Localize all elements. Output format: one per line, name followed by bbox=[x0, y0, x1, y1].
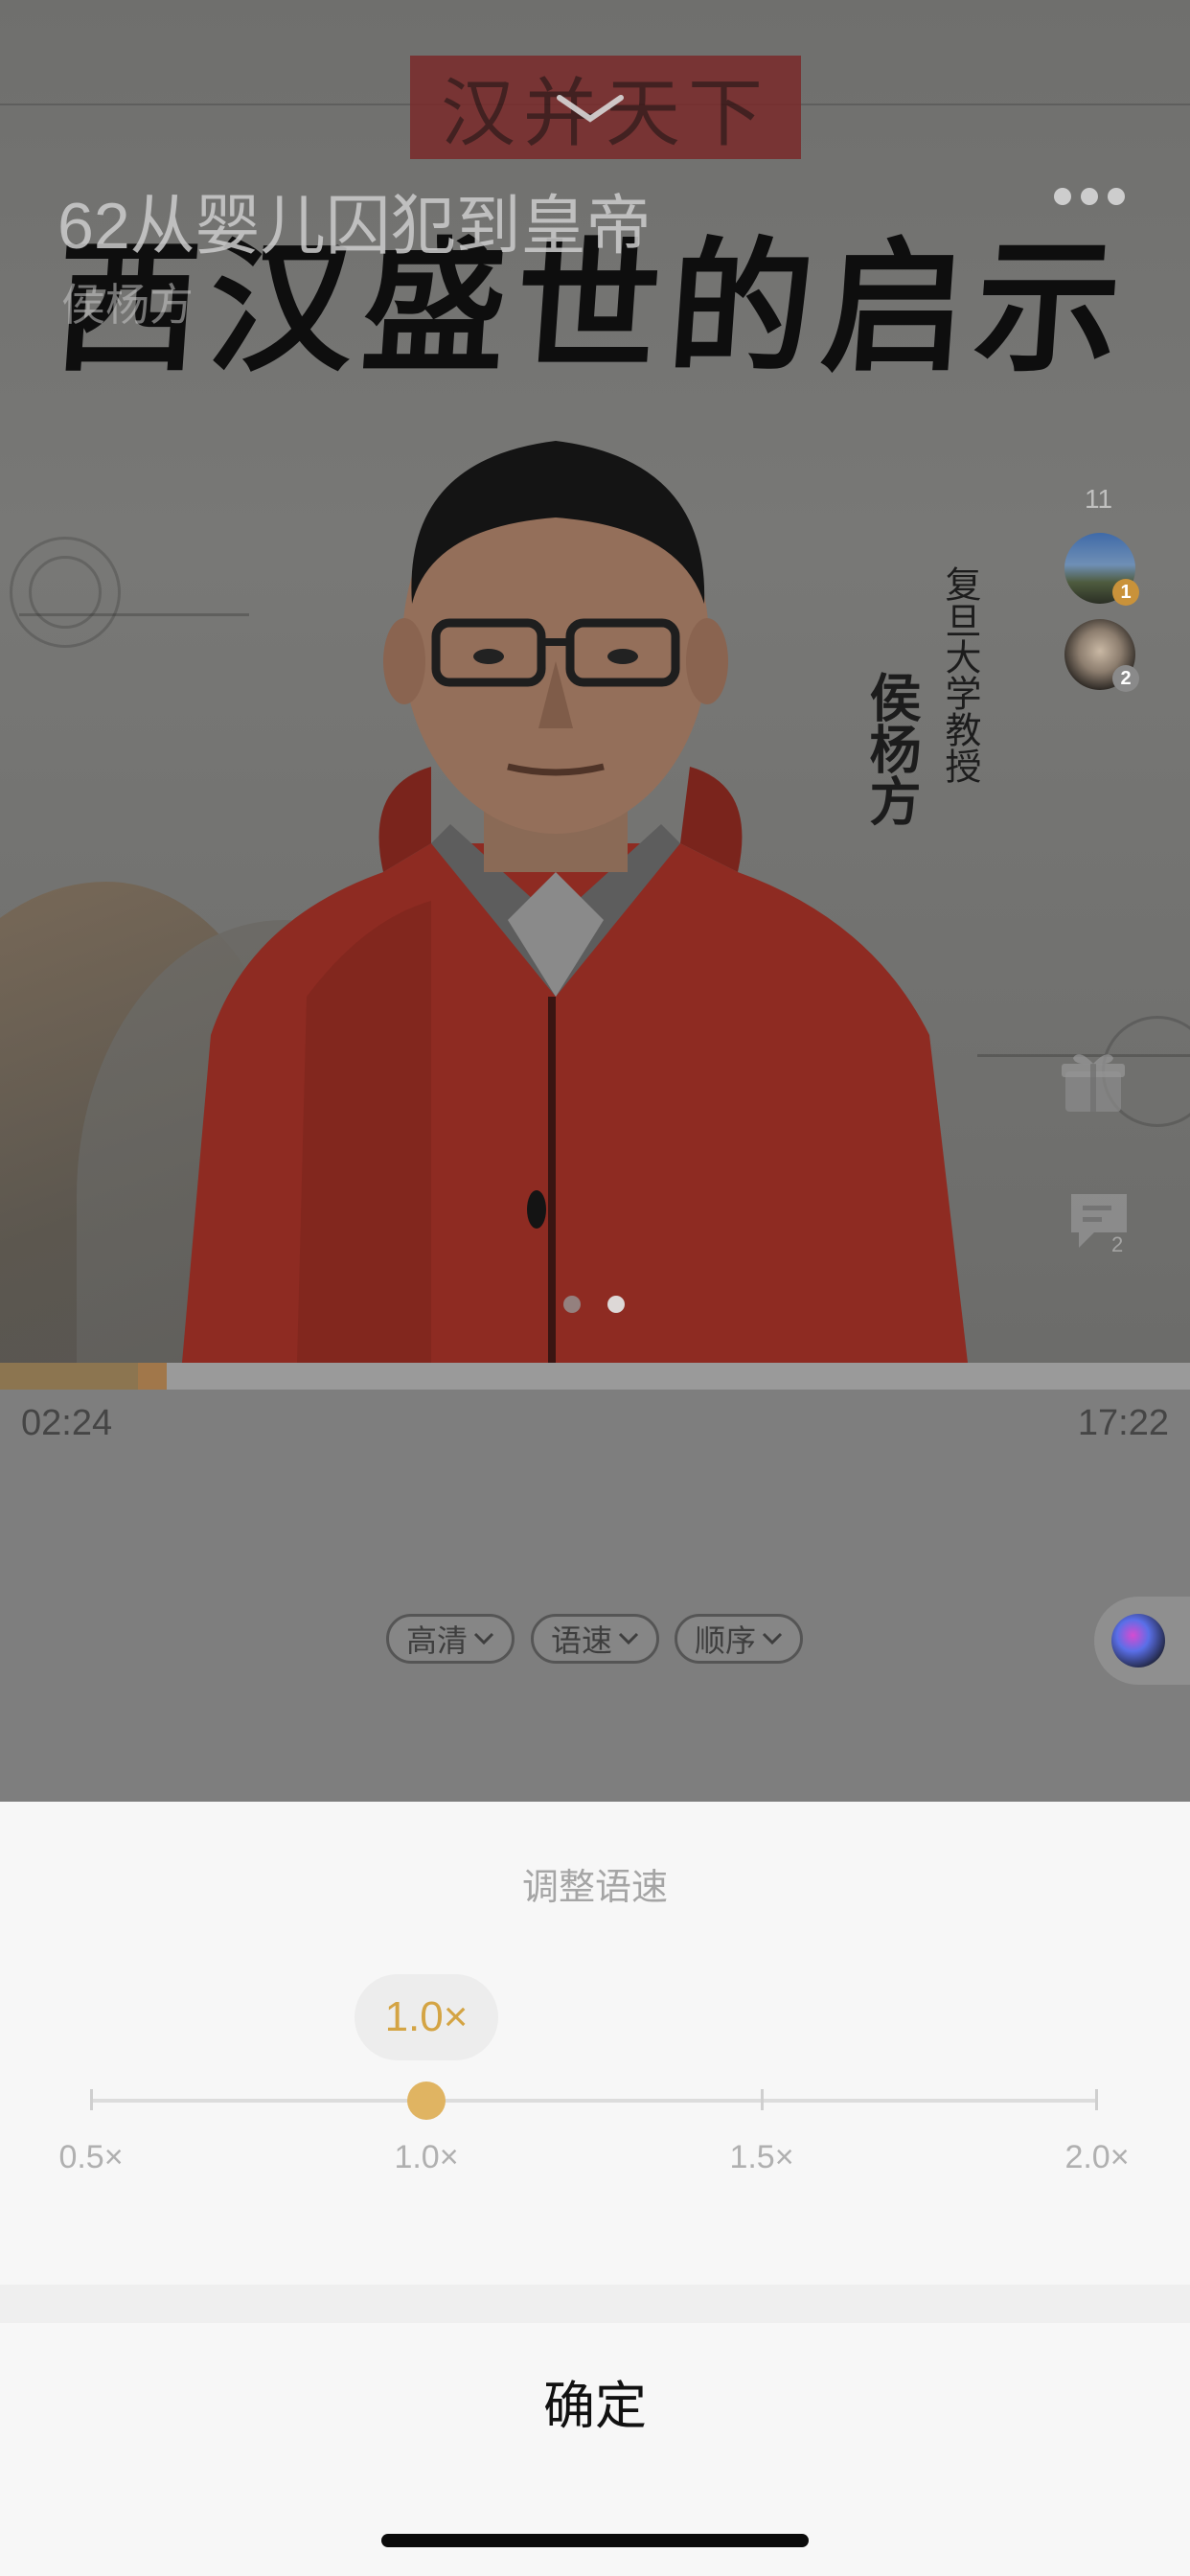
listener-avatar[interactable]: 2 bbox=[1064, 619, 1139, 692]
progress-fill bbox=[0, 1363, 138, 1390]
rank-badge: 1 bbox=[1112, 579, 1139, 606]
order-option-button[interactable]: 顺序 bbox=[675, 1614, 803, 1664]
speed-option-label: 语速 bbox=[550, 1623, 612, 1658]
speed-option-1-5[interactable]: 1.5× bbox=[695, 2139, 829, 2176]
sheet-divider bbox=[0, 2285, 1190, 2323]
speed-option-1-0[interactable]: 1.0× bbox=[359, 2139, 493, 2176]
chevron-down-icon[interactable] bbox=[556, 92, 625, 125]
order-option-label: 顺序 bbox=[694, 1623, 756, 1658]
cloud-swirl-decoration bbox=[29, 556, 102, 629]
speed-slider-thumb[interactable] bbox=[407, 2082, 446, 2120]
listener-count: 11 bbox=[1085, 484, 1113, 514]
professor-affiliation: 复旦大学教授 bbox=[939, 565, 981, 784]
page-dot-active[interactable] bbox=[607, 1296, 625, 1313]
gift-icon[interactable] bbox=[1062, 1048, 1125, 1116]
slider-tick bbox=[90, 2089, 93, 2110]
professor-caption: 复旦大学教授 侯杨方 bbox=[853, 565, 987, 891]
chevron-down-icon bbox=[473, 1632, 494, 1645]
home-indicator bbox=[381, 2534, 809, 2547]
more-icon[interactable] bbox=[1054, 188, 1125, 207]
comment-count: 2 bbox=[1111, 1232, 1124, 1256]
speed-option-0-5[interactable]: 0.5× bbox=[24, 2139, 158, 2176]
portrait-illustration bbox=[182, 441, 968, 1363]
progress-knob[interactable] bbox=[138, 1363, 167, 1390]
slider-tick bbox=[1095, 2089, 1098, 2110]
rank-badge: 2 bbox=[1112, 665, 1139, 692]
quality-option-label: 高清 bbox=[405, 1623, 468, 1658]
total-time: 17:22 bbox=[1077, 1403, 1169, 1443]
confirm-button[interactable]: 确定 bbox=[0, 2323, 1190, 2478]
slider-tick bbox=[761, 2089, 764, 2110]
player-controls-area bbox=[0, 1390, 1190, 1802]
professor-name: 侯杨方 bbox=[860, 671, 922, 826]
current-speed-bubble: 1.0× bbox=[355, 1974, 498, 2060]
siri-icon[interactable] bbox=[1111, 1614, 1165, 1668]
chevron-down-icon bbox=[618, 1632, 639, 1645]
speed-option-2-0[interactable]: 2.0× bbox=[1030, 2139, 1164, 2176]
speed-option-button[interactable]: 语速 bbox=[531, 1614, 659, 1664]
listener-avatar[interactable]: 1 bbox=[1064, 533, 1139, 606]
current-time: 02:24 bbox=[21, 1403, 113, 1443]
progress-bar[interactable] bbox=[0, 1363, 1190, 1390]
track-title: 62从婴儿囚犯到皇帝 bbox=[57, 190, 652, 263]
chevron-down-icon bbox=[762, 1632, 783, 1645]
speed-slider-track[interactable] bbox=[91, 2099, 1097, 2103]
page-dot[interactable] bbox=[563, 1296, 581, 1313]
quality-option-button[interactable]: 高清 bbox=[386, 1614, 515, 1664]
track-author[interactable]: 侯杨方 bbox=[61, 270, 194, 334]
sheet-title: 调整语速 bbox=[521, 1868, 668, 1908]
